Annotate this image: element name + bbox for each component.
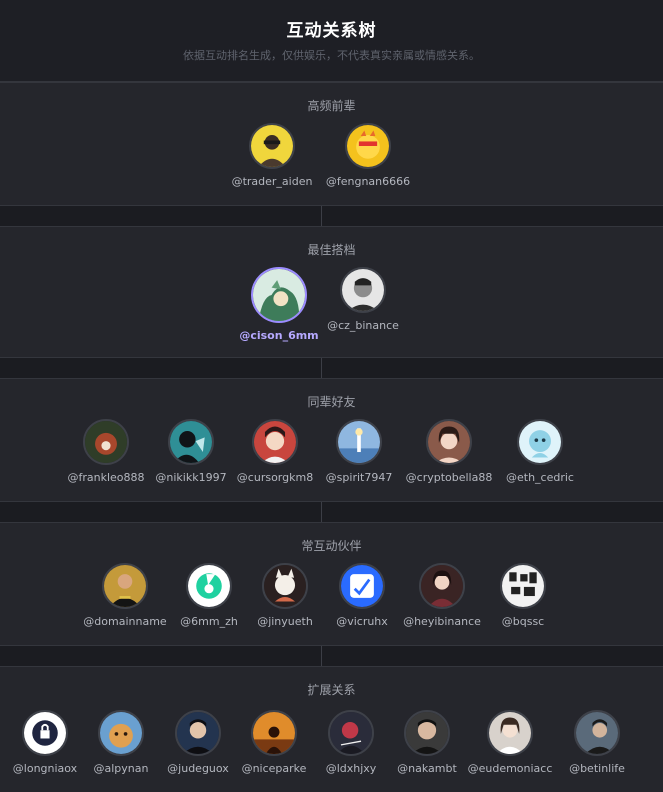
header: 互动关系树 依据互动排名生成，仅供娱乐，不代表真实亲属或情感关系。: [0, 0, 663, 82]
avatar[interactable]: [487, 710, 533, 756]
avatar[interactable]: [345, 123, 391, 169]
avatar[interactable]: [574, 710, 620, 756]
avatar[interactable]: [252, 419, 298, 465]
avatar[interactable]: [83, 419, 129, 465]
member-card[interactable]: @trader_aiden: [222, 123, 322, 188]
member-handle[interactable]: @trader_aiden: [222, 175, 322, 188]
member-handle[interactable]: @fengnan6666: [318, 175, 418, 188]
member-handle[interactable]: @cryptobella88: [399, 471, 499, 484]
member-handle[interactable]: @bqssc: [473, 615, 573, 628]
page-subtitle: 依据互动排名生成，仅供娱乐，不代表真实亲属或情感关系。: [183, 50, 480, 62]
member-handle[interactable]: @spirit7947: [309, 471, 409, 484]
avatar[interactable]: [404, 710, 450, 756]
avatar[interactable]: [98, 710, 144, 756]
member-card[interactable]: @fengnan6666: [318, 123, 418, 188]
avatar[interactable]: [336, 419, 382, 465]
member-card[interactable]: @eudemoniacc: [460, 710, 560, 775]
avatar[interactable]: [168, 419, 214, 465]
member-card[interactable]: @cz_binance: [313, 267, 413, 332]
member-card[interactable]: @betinlife: [547, 710, 647, 775]
tree-connector: [321, 358, 322, 378]
member-handle[interactable]: @betinlife: [547, 762, 647, 775]
member-card[interactable]: @cryptobella88: [399, 419, 499, 484]
avatar[interactable]: [419, 563, 465, 609]
section-peers: 同辈好友 @frankleo888 @nikikk1997 @cursorgkm…: [0, 378, 663, 502]
page-title: 互动关系树: [286, 21, 377, 40]
section-senior: 高频前辈 @trader_aiden @fengnan6666: [0, 82, 663, 206]
section-best-partner: 最佳搭档 @cison_6mm @cz_binance: [0, 226, 663, 358]
member-handle[interactable]: @eth_cedric: [490, 471, 590, 484]
section-title: 同辈好友: [307, 395, 356, 409]
avatar[interactable]: [500, 563, 546, 609]
avatar[interactable]: [186, 563, 232, 609]
avatar[interactable]: [102, 563, 148, 609]
section-title: 高频前辈: [307, 99, 356, 113]
member-card[interactable]: @spirit7947: [309, 419, 409, 484]
avatar[interactable]: [251, 710, 297, 756]
tree-connector: [321, 206, 322, 226]
member-handle[interactable]: @eudemoniacc: [460, 762, 560, 775]
avatar[interactable]: [175, 710, 221, 756]
avatar[interactable]: [22, 710, 68, 756]
section-frequent-partners: 常互动伙伴 @domainname @6mm_zh @jinyueth @vic…: [0, 522, 663, 646]
tree-connector: [321, 646, 322, 666]
member-card[interactable]: @bqssc: [473, 563, 573, 628]
member-card[interactable]: @eth_cedric: [490, 419, 590, 484]
avatar[interactable]: [339, 563, 385, 609]
avatar[interactable]: [262, 563, 308, 609]
avatar[interactable]: [340, 267, 386, 313]
avatar[interactable]: [328, 710, 374, 756]
member-handle[interactable]: @cz_binance: [313, 319, 413, 332]
section-title: 常互动伙伴: [301, 539, 362, 553]
section-title: 最佳搭档: [307, 243, 356, 257]
avatar[interactable]: [251, 267, 307, 323]
avatar[interactable]: [426, 419, 472, 465]
avatar[interactable]: [249, 123, 295, 169]
section-title: 扩展关系: [307, 683, 356, 697]
section-extended: 扩展关系 @longniaox @alpynan @judeguox @nice…: [0, 666, 663, 792]
avatar[interactable]: [517, 419, 563, 465]
tree-connector: [321, 502, 322, 522]
